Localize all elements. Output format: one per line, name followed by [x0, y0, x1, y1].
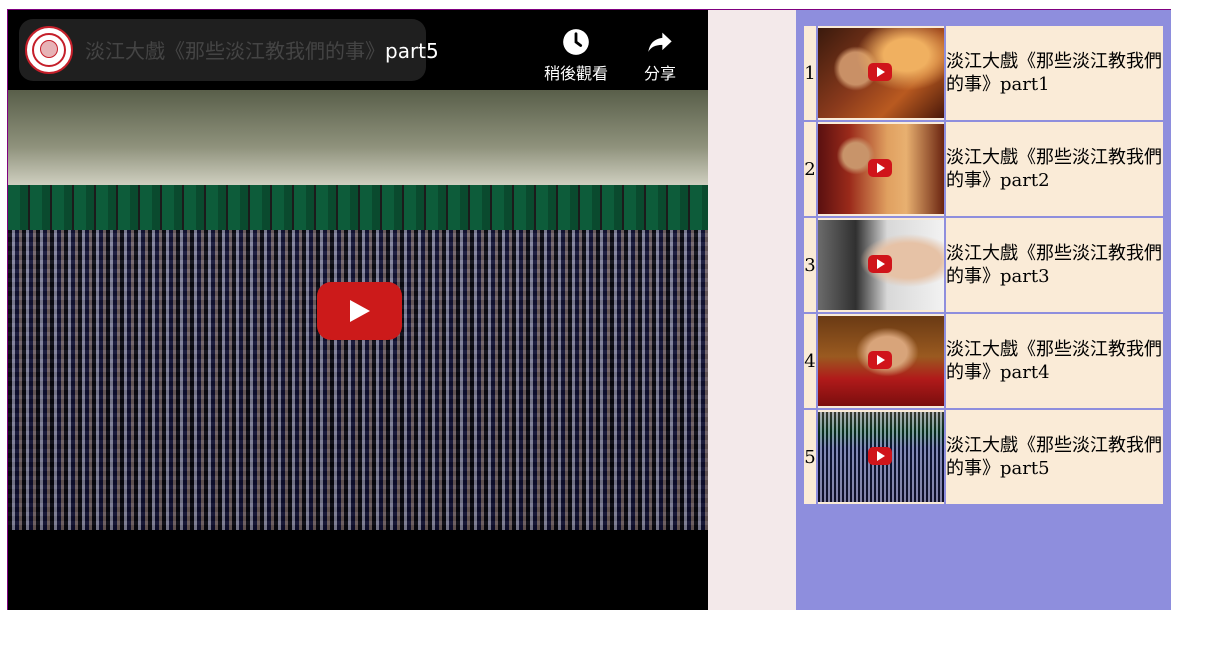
share-button[interactable]: 分享: [636, 28, 684, 84]
playlist-row[interactable]: 2 淡江大戲《那些淡江教我們的事》part2: [804, 122, 1163, 216]
video-title-part: part5: [385, 39, 439, 63]
playlist-index: 3: [804, 218, 816, 312]
channel-logo-emblem: [40, 40, 58, 58]
playlist-index: 4: [804, 314, 816, 408]
playlist-thumbnail-cell[interactable]: [818, 218, 944, 312]
playlist-thumbnail-cell[interactable]: [818, 26, 944, 120]
playlist-index: 5: [804, 410, 816, 504]
video-title-main: 淡江大戲《那些淡江教我們的事》: [85, 39, 385, 63]
playlist-index: 2: [804, 122, 816, 216]
video-thumbnail[interactable]: [818, 316, 944, 406]
video-title[interactable]: 淡江大戲《那些淡江教我們的事》part5: [85, 38, 439, 64]
video-thumbnail[interactable]: [818, 220, 944, 310]
playlist-thumbnail-cell[interactable]: [818, 410, 944, 504]
playlist-table: 1 淡江大戲《那些淡江教我們的事》part1 2 淡江大戲《那些淡江教我們的事》…: [802, 24, 1165, 506]
page-frame: 淡江大戲《那些淡江教我們的事》part5 稍後觀看 分享 1 淡江大戲《那些淡江…: [7, 9, 1171, 610]
video-scene-ceiling: [8, 90, 708, 185]
video-thumbnail[interactable]: [818, 124, 944, 214]
playlist-thumbnail-cell[interactable]: [818, 122, 944, 216]
playlist-row[interactable]: 3 淡江大戲《那些淡江教我們的事》part3: [804, 218, 1163, 312]
playlist-title[interactable]: 淡江大戲《那些淡江教我們的事》part2: [946, 122, 1163, 216]
watch-later-label: 稍後觀看: [543, 64, 608, 83]
play-icon: [868, 159, 892, 177]
video-scene-curtains: [8, 185, 708, 233]
playlist-row[interactable]: 5 淡江大戲《那些淡江教我們的事》part5: [804, 410, 1163, 504]
play-icon: [868, 447, 892, 465]
playlist-row[interactable]: 1 淡江大戲《那些淡江教我們的事》part1: [804, 26, 1163, 120]
play-icon: [868, 63, 892, 81]
video-thumbnail[interactable]: [818, 28, 944, 118]
playlist-index: 1: [804, 26, 816, 120]
playlist-row[interactable]: 4 淡江大戲《那些淡江教我們的事》part4: [804, 314, 1163, 408]
play-button[interactable]: [317, 282, 402, 340]
video-scene-crowd: [8, 230, 708, 530]
play-icon: [868, 351, 892, 369]
playlist-title[interactable]: 淡江大戲《那些淡江教我們的事》part3: [946, 218, 1163, 312]
play-icon: [868, 255, 892, 273]
playlist-title[interactable]: 淡江大戲《那些淡江教我們的事》part1: [946, 26, 1163, 120]
video-player[interactable]: 淡江大戲《那些淡江教我們的事》part5 稍後觀看 分享: [8, 10, 708, 610]
video-thumbnail[interactable]: [818, 412, 944, 502]
play-icon: [350, 300, 370, 322]
playlist-panel: 1 淡江大戲《那些淡江教我們的事》part1 2 淡江大戲《那些淡江教我們的事》…: [796, 10, 1171, 610]
spacer: [708, 10, 796, 610]
channel-logo[interactable]: [25, 26, 73, 74]
playlist-thumbnail-cell[interactable]: [818, 314, 944, 408]
share-arrow-icon: [648, 32, 672, 52]
share-label: 分享: [643, 64, 676, 83]
playlist-title[interactable]: 淡江大戲《那些淡江教我們的事》part5: [946, 410, 1163, 504]
clock-icon: [563, 29, 589, 55]
playlist-title[interactable]: 淡江大戲《那些淡江教我們的事》part4: [946, 314, 1163, 408]
watch-later-button[interactable]: 稍後觀看: [540, 28, 612, 84]
